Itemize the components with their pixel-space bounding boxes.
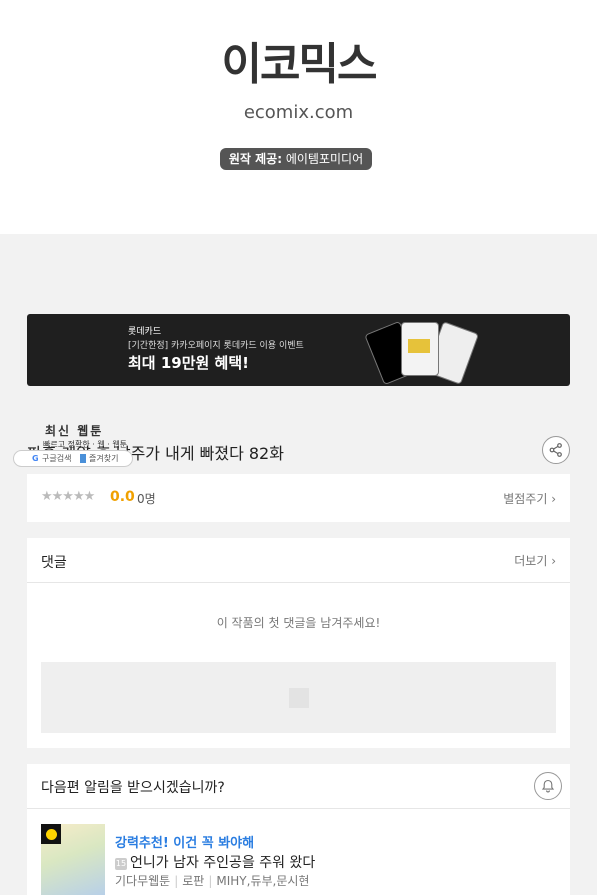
badge-actions: G 구글검색 즐겨찾기 — [13, 450, 133, 467]
credit-badge: 원작 제공: 에이템포미디어 — [220, 148, 372, 170]
bookmark-link[interactable]: 즐겨찾기 — [89, 451, 118, 466]
recommend-genre: 로판 — [182, 874, 205, 888]
comments-title: 댓글 — [41, 555, 67, 571]
notify-bell-button[interactable] — [534, 772, 562, 800]
comments-more-link[interactable]: 더보기 › — [514, 552, 556, 569]
loading-placeholder-icon — [289, 688, 309, 708]
comments-section: 댓글 더보기 › 이 작품의 첫 댓글을 남겨주세요! — [27, 538, 570, 748]
rate-button[interactable]: 별점주기 › — [503, 490, 556, 507]
floating-site-badge[interactable]: 최신 웹툰 빠르고 정확한 · 웹 · 웹툰 G 구글검색 즐겨찾기 — [13, 422, 133, 468]
google-search-link[interactable]: 구글검색 — [42, 451, 71, 466]
rating-count: 0명 — [137, 492, 156, 506]
share-icon — [549, 443, 562, 457]
recommend-authors: MIHY,듀부,문시현 — [216, 874, 310, 888]
age-rating-badge: 15 — [115, 858, 127, 870]
badge-title: 최신 웹툰 — [45, 424, 104, 438]
notify-question: 다음편 알림을 받으시겠습니까? — [41, 780, 225, 796]
comments-empty-message: 이 작품의 첫 댓글을 남겨주세요! — [216, 616, 381, 630]
header: 이코믹스 ecomix.com 원작 제공: 에이템포미디어 — [0, 0, 597, 234]
site-domain: ecomix.com — [243, 102, 354, 123]
comments-header: 댓글 더보기 › — [27, 538, 570, 583]
recommend-title-row[interactable]: 15 언니가 남자 주인공을 주워 왔다 — [115, 852, 315, 872]
rating-stars: ★★★★★ — [41, 489, 95, 504]
google-icon: G — [32, 454, 39, 463]
comment-input[interactable] — [41, 662, 556, 733]
site-logo[interactable]: 이코믹스 — [0, 28, 597, 92]
recommend-thumbnail[interactable] — [41, 824, 105, 895]
rating-bar: ★★★★★ 0.0 0명 별점주기 › — [27, 474, 570, 522]
rating-score: 0.0 — [110, 489, 135, 505]
recommend-tag: 강력추천! 이건 꼭 봐야해 — [115, 836, 255, 851]
banner-cards-image — [364, 318, 483, 386]
credit-label: 원작 제공: — [228, 152, 283, 166]
credit-value: 에이템포미디어 — [285, 152, 364, 166]
recommend-meta: 기다무웹툰 | 로판 | MIHY,듀부,문시현 — [115, 874, 310, 888]
wait-free-icon — [41, 824, 61, 844]
badge-subtitle: 빠르고 정확한 · 웹 · 웹툰 — [43, 440, 128, 449]
ad-banner[interactable]: 롯데카드 [기간한정] 카카오페이지 롯데카드 이용 이벤트 최대 19만원 혜… — [27, 314, 570, 386]
banner-brand: 롯데카드 — [128, 327, 162, 337]
bell-icon — [541, 779, 555, 793]
share-button[interactable] — [542, 436, 570, 464]
banner-headline: 최대 19만원 혜택! — [128, 354, 249, 372]
card-image — [401, 322, 439, 376]
bookmark-icon — [80, 454, 86, 463]
recommend-title: 언니가 남자 주인공을 주워 왔다 — [130, 855, 316, 871]
banner-subtitle: [기간한정] 카카오페이지 롯데카드 이용 이벤트 — [128, 341, 304, 351]
recommend-category: 기다무웹툰 — [115, 874, 171, 888]
notify-header: 다음편 알림을 받으시겠습니까? — [27, 764, 570, 809]
notify-section: 다음편 알림을 받으시겠습니까? 강력추천! 이건 꼭 봐야해 15 언니가 남자… — [27, 764, 570, 895]
